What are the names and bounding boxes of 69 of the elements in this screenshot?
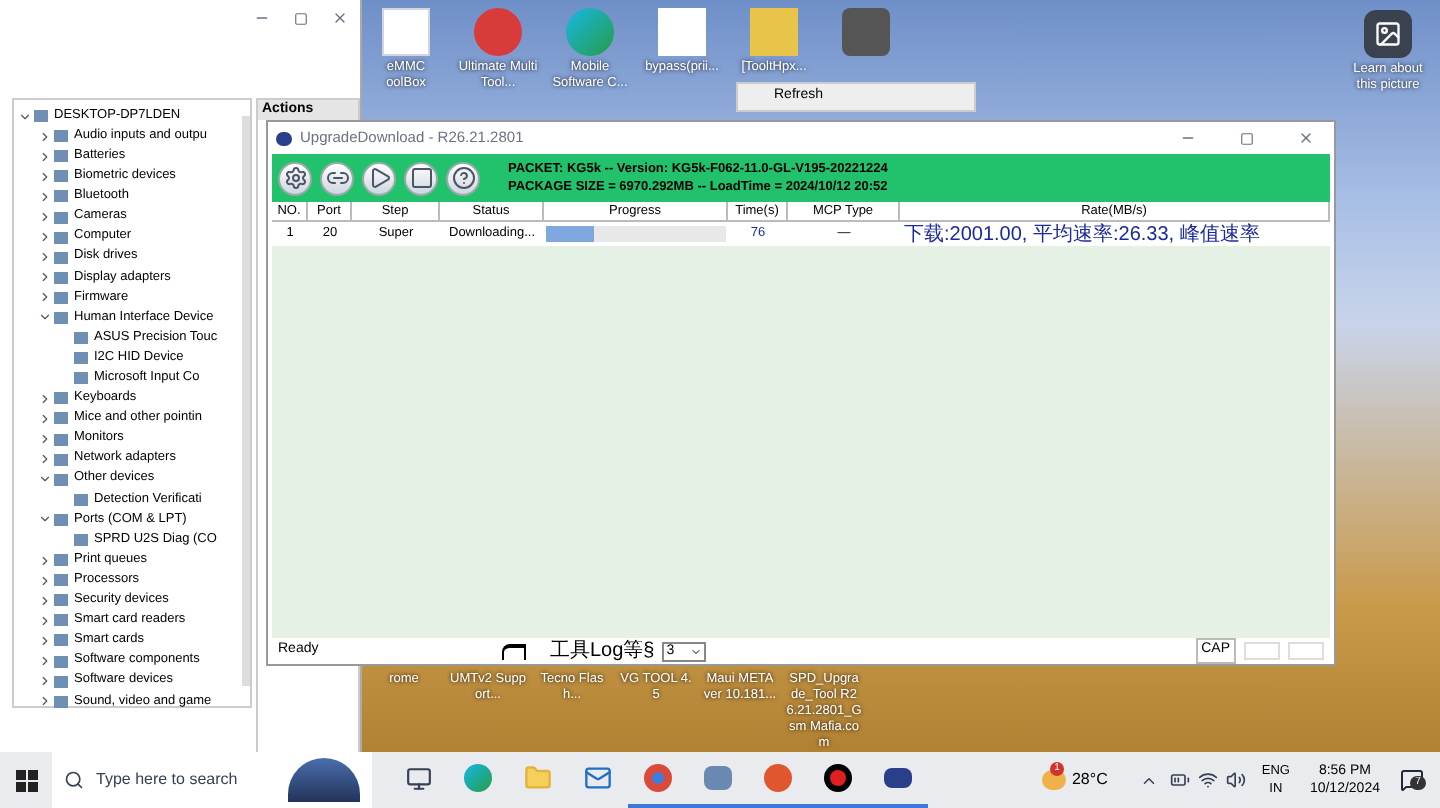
help-icon — [451, 166, 475, 190]
shortcut-icon — [382, 8, 430, 56]
temperature[interactable]: 28°C — [1071, 768, 1108, 792]
expand-icon[interactable] — [37, 270, 51, 285]
toolbar-button[interactable] — [404, 161, 438, 195]
table-cell-text: 下载:2001.00, 平均速率:26.33, 峰值速率 — [902, 223, 1262, 245]
maximize-icon[interactable] — [294, 11, 308, 25]
close-icon[interactable] — [1298, 130, 1314, 146]
expand-icon[interactable] — [37, 674, 51, 689]
app-icon — [884, 768, 912, 788]
expand-icon[interactable] — [37, 694, 51, 709]
log-icon — [502, 643, 526, 659]
browser-icon — [644, 764, 672, 792]
collapse-icon[interactable] — [37, 310, 51, 325]
scrollbar[interactable] — [242, 116, 250, 686]
expand-icon[interactable] — [37, 230, 51, 245]
link-icon — [325, 166, 349, 190]
mail-icon — [584, 764, 612, 792]
settings-icon — [283, 166, 307, 190]
expand-icon[interactable] — [37, 290, 51, 305]
expand-icon[interactable] — [37, 169, 51, 184]
search-icon — [64, 770, 84, 790]
battery-icon[interactable] — [1169, 770, 1190, 790]
status-pane — [1288, 642, 1324, 660]
status-pane — [1244, 642, 1280, 660]
task-view-icon — [405, 765, 431, 791]
app-logo-icon — [276, 131, 292, 145]
shortcut-icon — [658, 8, 706, 56]
record-icon — [824, 764, 852, 792]
folder-icon — [524, 764, 552, 792]
app-icon — [704, 766, 732, 790]
expand-icon[interactable] — [37, 250, 51, 265]
stop-icon — [409, 166, 433, 190]
search-field[interactable]: Type here to search — [52, 752, 372, 808]
search-highlight-icon — [288, 758, 360, 802]
log-level-label: 工具Log等§ — [550, 640, 655, 662]
collapse-icon[interactable] — [37, 512, 51, 527]
picture-icon[interactable] — [1364, 10, 1412, 58]
expand-icon[interactable] — [37, 189, 51, 204]
volume-icon[interactable] — [1225, 770, 1246, 790]
play-icon — [367, 166, 391, 190]
expand-icon[interactable] — [37, 553, 51, 568]
expand-icon[interactable] — [37, 411, 51, 426]
maximize-icon[interactable] — [1240, 131, 1254, 145]
wifi-icon[interactable] — [1197, 770, 1218, 790]
collapse-icon[interactable] — [37, 472, 51, 487]
expand-icon[interactable] — [37, 654, 51, 669]
expand-icon[interactable] — [37, 573, 51, 588]
expand-icon[interactable] — [37, 129, 51, 144]
expand-icon[interactable] — [37, 210, 51, 225]
shortcut-icon — [842, 8, 890, 56]
toolbar-button[interactable] — [320, 161, 354, 195]
toolbar-button[interactable] — [446, 161, 480, 195]
expand-icon[interactable] — [37, 452, 51, 467]
close-icon[interactable] — [332, 10, 348, 26]
expand-icon[interactable] — [37, 432, 51, 447]
expand-icon[interactable] — [37, 633, 51, 648]
expand-icon[interactable] — [37, 613, 51, 628]
caret-icon[interactable] — [690, 645, 703, 657]
expand-icon[interactable] — [37, 391, 51, 406]
browser-icon — [464, 764, 492, 792]
shortcut-icon — [750, 8, 798, 56]
toolbar-button[interactable] — [278, 161, 312, 195]
expand-icon[interactable] — [37, 593, 51, 608]
collapse-icon[interactable] — [17, 109, 31, 124]
app-icon — [764, 764, 792, 792]
expand-icon[interactable] — [37, 149, 51, 164]
notification-icon[interactable] — [1400, 768, 1424, 792]
toolbar-button[interactable] — [362, 161, 396, 195]
